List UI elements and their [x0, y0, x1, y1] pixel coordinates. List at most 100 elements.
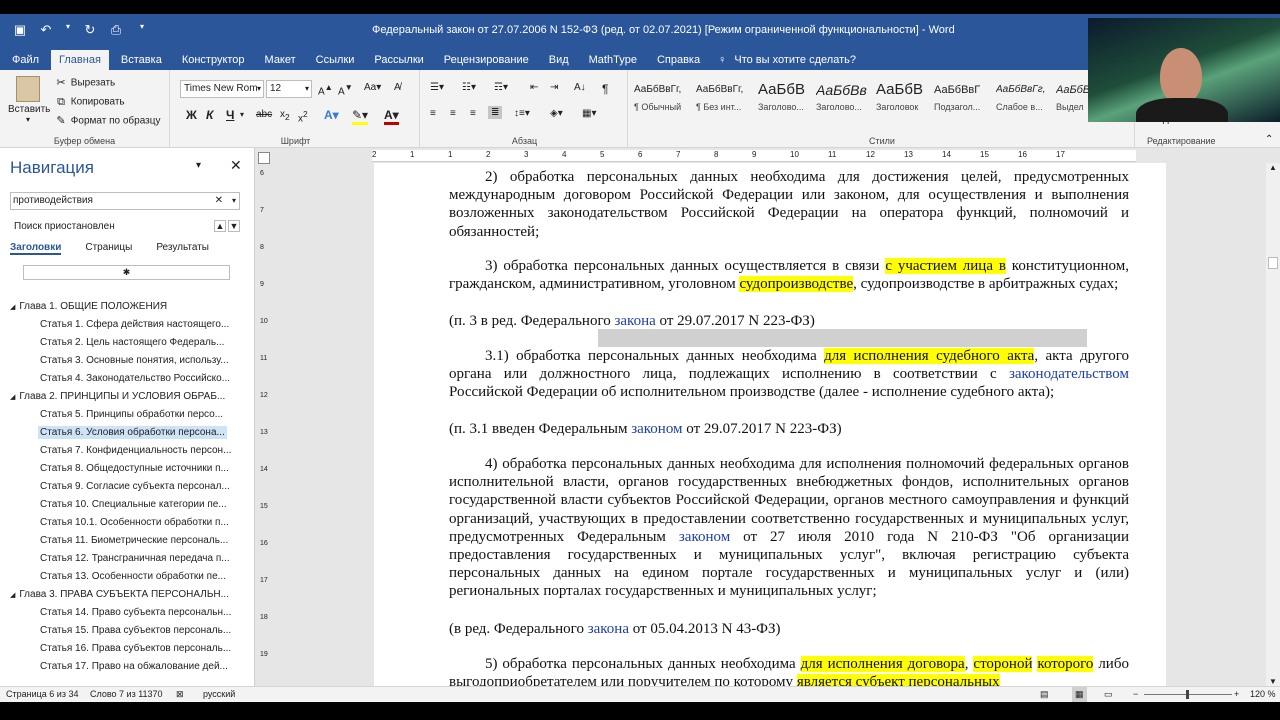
italic-icon[interactable]: К: [206, 108, 213, 122]
zoom-thumb[interactable]: [1186, 690, 1189, 699]
customize-qat-icon[interactable]: ▾: [134, 22, 150, 38]
proofing-icon[interactable]: ⊠: [176, 687, 184, 702]
tab-references[interactable]: Ссылки: [308, 50, 363, 70]
next-result-icon[interactable]: ▼: [228, 220, 240, 232]
align-left-icon[interactable]: ≡: [430, 108, 436, 119]
tree-article[interactable]: Статья 13. Особенности обработки пе...: [38, 568, 288, 586]
read-mode-icon[interactable]: ▤: [1040, 687, 1049, 702]
change-case-icon[interactable]: Aa▾: [364, 82, 381, 93]
borders-icon[interactable]: ▦▾: [582, 108, 596, 119]
align-right-icon[interactable]: ≡: [470, 108, 476, 119]
search-dropdown-icon[interactable]: ▾: [232, 193, 236, 209]
zoom-in-icon[interactable]: +: [1234, 687, 1239, 702]
style-title[interactable]: АаБбВ Заголовок: [876, 78, 936, 124]
clear-search-icon[interactable]: ✕: [215, 193, 223, 209]
tell-me-box[interactable]: ♀ Что вы хотите сделать?: [718, 50, 856, 70]
cut-button[interactable]: ✂ Вырезать: [54, 76, 115, 90]
justify-icon[interactable]: ≣: [488, 106, 503, 119]
strikethrough-icon[interactable]: abc: [256, 109, 272, 120]
style-subtle-emphasis[interactable]: АаБбВвГг, Слабое в...: [996, 78, 1056, 124]
language[interactable]: русский: [203, 687, 235, 702]
nav-options-icon[interactable]: ▾: [196, 160, 201, 171]
legislation-link[interactable]: законодательством: [1009, 366, 1129, 382]
tree-article[interactable]: Статья 5. Принципы обработки персо...: [38, 406, 288, 424]
format-painter-button[interactable]: ✎ Формат по образцу: [54, 114, 160, 128]
nav-close-icon[interactable]: ✕: [230, 157, 242, 174]
shading-icon[interactable]: ◈▾: [550, 108, 563, 119]
highlight-icon[interactable]: ✎▾: [352, 108, 369, 125]
zoom-level[interactable]: 120 %: [1250, 687, 1276, 702]
tree-article[interactable]: Статья 7. Конфиденциальность персон...: [38, 442, 288, 460]
tree-chapter[interactable]: ◢ Глава 1. ОБЩИЕ ПОЛОЖЕНИЯ: [10, 298, 260, 316]
tree-article[interactable]: Статья 17. Право на обжалование дей...: [38, 658, 288, 676]
tab-home[interactable]: Главная: [51, 50, 109, 70]
tree-article[interactable]: Статья 10. Специальные категории пе...: [38, 496, 288, 514]
superscript-icon[interactable]: x2: [298, 109, 308, 124]
scroll-down-icon[interactable]: ▼: [1266, 677, 1280, 686]
show-marks-icon[interactable]: ¶: [602, 82, 608, 96]
tree-article[interactable]: Статья 8. Общедоступные источники п...: [38, 460, 288, 478]
tree-article[interactable]: Статья 16. Права субъектов персональ...: [38, 640, 288, 658]
increase-indent-icon[interactable]: ⇥: [550, 82, 558, 93]
style-no-spacing[interactable]: АаБбВвГг, ¶ Без инт...: [696, 78, 756, 124]
nav-search-input[interactable]: противодействия ✕ ▾: [10, 192, 240, 210]
tab-review[interactable]: Рецензирование: [436, 50, 537, 70]
redo-icon[interactable]: ↻: [82, 22, 98, 38]
decrease-indent-icon[interactable]: ⇤: [530, 82, 538, 93]
font-size-combo[interactable]: 12 ▾: [266, 80, 312, 98]
tab-design[interactable]: Конструктор: [174, 50, 253, 70]
law-link[interactable]: закона: [614, 313, 655, 329]
style-emphasis[interactable]: АаБбВ Выдел: [1056, 78, 1092, 124]
multilevel-list-icon[interactable]: ☶▾: [494, 82, 508, 93]
collapse-ribbon-icon[interactable]: ⌃: [1265, 134, 1273, 145]
tree-article[interactable]: Статья 1. Сфера действия настоящего...: [38, 316, 288, 334]
style-subtitle[interactable]: АаБбВвГ Подзагол...: [934, 78, 994, 124]
style-heading-2[interactable]: АаБбВв Заголово...: [816, 78, 876, 124]
bold-icon[interactable]: Ж: [186, 108, 197, 122]
scroll-up-icon[interactable]: ▲: [1266, 163, 1280, 172]
tree-article[interactable]: Статья 14. Право субъекта персональн...: [38, 604, 288, 622]
tab-mathtype[interactable]: MathType: [581, 50, 645, 70]
zoom-out-icon[interactable]: −: [1133, 687, 1138, 702]
undo-dropdown-icon[interactable]: ▾: [64, 22, 72, 38]
style-normal[interactable]: АаБбВвГг, ¶ Обычный: [634, 78, 694, 124]
underline-dropdown-icon[interactable]: ▾: [240, 110, 244, 119]
tree-article[interactable]: Статья 6. Условия обработки персона...: [38, 424, 288, 442]
style-heading-1[interactable]: АаБбВ Заголово...: [758, 78, 818, 124]
nav-tab-results[interactable]: Результаты: [156, 242, 209, 255]
tree-article[interactable]: Статья 2. Цель настоящего Федераль...: [38, 334, 288, 352]
word-count[interactable]: Слово 7 из 11370: [90, 687, 163, 702]
font-color-icon[interactable]: A▾: [384, 108, 399, 125]
tree-chapter[interactable]: ◢ Глава 2. ПРИНЦИПЫ И УСЛОВИЯ ОБРАБ...: [10, 388, 260, 406]
nav-tab-headings[interactable]: Заголовки: [10, 242, 62, 255]
tree-article[interactable]: Статья 10.1. Особенности обработки п...: [38, 514, 288, 532]
tree-chapter[interactable]: ◢ Глава 3. ПРАВА СУБЪЕКТА ПЕРСОНАЛЬН...: [10, 586, 260, 604]
vertical-scrollbar[interactable]: ▲ ▼: [1266, 163, 1280, 686]
tab-view[interactable]: Вид: [541, 50, 577, 70]
scroll-thumb[interactable]: [1268, 257, 1278, 269]
tree-article[interactable]: Статья 15. Права субъектов персональ...: [38, 622, 288, 640]
font-name-combo[interactable]: Times New Rom ▾: [180, 80, 264, 98]
subscript-icon[interactable]: x2: [280, 109, 290, 122]
paste-button[interactable]: Вставить ▾: [8, 76, 50, 124]
shrink-font-icon[interactable]: A▼: [338, 82, 353, 97]
law-link[interactable]: закона: [588, 621, 629, 637]
nav-tab-pages[interactable]: Страницы: [85, 242, 132, 255]
print-layout-icon[interactable]: ▦: [1072, 687, 1087, 702]
tab-mailings[interactable]: Рассылки: [366, 50, 431, 70]
tree-article[interactable]: Статья 3. Основные понятия, использу...: [38, 352, 288, 370]
text-effects-icon[interactable]: A▾: [324, 108, 339, 122]
bullets-icon[interactable]: ☰▾: [430, 82, 444, 93]
grow-font-icon[interactable]: A▲: [318, 82, 333, 97]
tree-article[interactable]: Статья 12. Трансграничная передача п...: [38, 550, 288, 568]
tab-help[interactable]: Справка: [649, 50, 708, 70]
law-link[interactable]: законом: [631, 421, 682, 437]
law-link[interactable]: законом: [679, 529, 730, 545]
tab-file[interactable]: Файл: [4, 50, 47, 70]
numbering-icon[interactable]: ☷▾: [462, 82, 476, 93]
prev-result-icon[interactable]: ▲: [214, 220, 226, 232]
page-count[interactable]: Страница 6 из 34: [6, 687, 78, 702]
web-layout-icon[interactable]: ▭: [1104, 687, 1113, 702]
tree-article[interactable]: Статья 11. Биометрические персональ...: [38, 532, 288, 550]
save-icon[interactable]: ▣: [12, 22, 28, 38]
